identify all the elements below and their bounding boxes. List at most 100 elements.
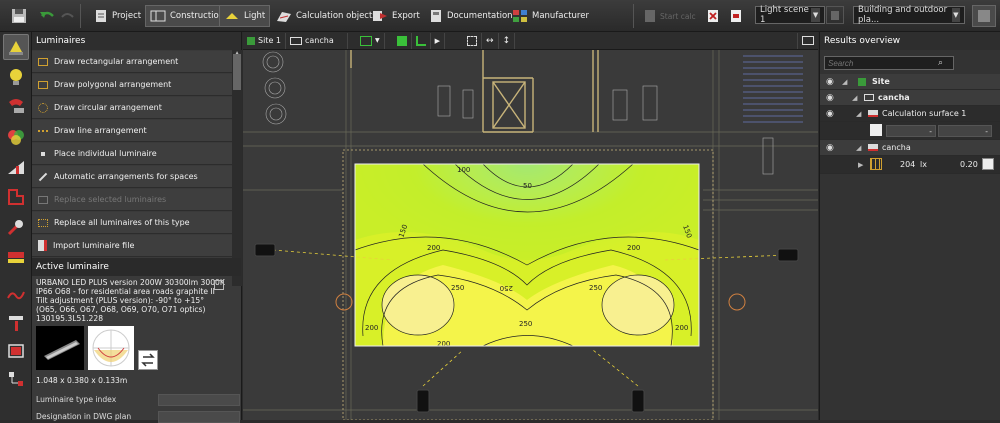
tools-button[interactable] (3, 214, 29, 240)
corner-mode-button[interactable] (412, 32, 431, 49)
tab-manufacturer[interactable]: Manufacturer (508, 5, 593, 27)
automatic-arrangements-item[interactable]: Automatic arrangements for spaces (32, 166, 232, 188)
place-individual-luminaire-item[interactable]: Place individual luminaire (32, 143, 232, 165)
eye-icon[interactable]: ◉ (826, 109, 834, 119)
tab-construction[interactable]: Construction (145, 5, 230, 27)
light-scene-settings-button[interactable] (826, 6, 844, 24)
tree-row-cancha[interactable]: ◉ ◢ cancha (820, 90, 1000, 106)
redo-icon (61, 13, 74, 18)
path-tool-button[interactable] (3, 282, 29, 308)
tab-project[interactable]: Project (90, 5, 145, 27)
search-icon[interactable]: ⌕ (938, 58, 943, 68)
next-button[interactable]: ▶ (431, 32, 446, 49)
chevron-right-icon[interactable]: ▶ (858, 161, 863, 169)
tree-row-cancha-surface[interactable]: ◉ ◢ cancha (820, 140, 1000, 156)
illuminance-value: 204 (900, 160, 916, 169)
tab-calculation-objects-label: Calculation objects (296, 11, 377, 21)
menu-item-label: Import luminaire file (53, 241, 135, 250)
display-settings-button[interactable] (797, 32, 818, 49)
light-scene-select[interactable]: Light scene 1 ▼ (755, 5, 825, 25)
tree-row-calc-values[interactable]: - - (820, 122, 1000, 140)
frame-tool-button[interactable] (3, 338, 29, 364)
selection-mode-button[interactable]: ▼ (356, 32, 385, 49)
manufacturer-icon (513, 10, 527, 22)
monitor-icon (802, 36, 814, 45)
eye-icon[interactable]: ◉ (826, 93, 834, 103)
luminaire-type-index-field[interactable] (158, 394, 240, 406)
structure-tool-button[interactable] (3, 366, 29, 392)
menu-item-label: Replace selected luminaires (54, 195, 167, 204)
tree-row-calculation-surface[interactable]: ◉ ◢ Calculation surface 1 (820, 106, 1000, 122)
bulb-icon (10, 69, 22, 85)
view-toggle-button[interactable] (972, 5, 996, 27)
isoline-label: 250 (519, 320, 532, 328)
eye-icon[interactable]: ◉ (826, 77, 834, 87)
draw-line-arrangement-item[interactable]: Draw line arrangement (32, 120, 232, 142)
tab-construction-label: Construction (170, 11, 225, 21)
expand-icon[interactable]: ◢ (842, 78, 847, 86)
line-arrangement-icon (38, 129, 48, 132)
zoom-extents-button[interactable] (463, 32, 483, 49)
tab-cancha[interactable]: cancha (286, 32, 348, 49)
expand-icon[interactable]: ◢ (856, 144, 861, 152)
stop-icon (708, 10, 718, 22)
menu-item-label: Draw polygonal arrangement (54, 80, 172, 89)
menu-item-label: Draw rectangular arrangement (54, 57, 179, 66)
draw-polygonal-arrangement-item[interactable]: Draw polygonal arrangement (32, 74, 232, 96)
tree-row-site[interactable]: ◉ ◢ Site (820, 74, 1000, 90)
scene-icon (831, 10, 839, 20)
plan-canvas[interactable]: Site 1 cancha ▼ ▶ ↔ ↕ 50 100 150 150 200… (243, 32, 818, 420)
isoline-label: 200 (627, 244, 640, 252)
furniture-tool-button[interactable] (3, 244, 29, 270)
replace-selected-luminaires-item[interactable]: Replace selected luminaires (32, 189, 232, 211)
tab-documentation[interactable]: Documentation (425, 5, 517, 27)
scroll-thumb[interactable] (233, 54, 241, 90)
tab-light[interactable]: Light (219, 5, 271, 27)
frame-icon (8, 344, 24, 358)
chart-icon[interactable] (982, 158, 994, 170)
tree-row-illuminance[interactable]: ▶ 204 lx 0.20 (820, 156, 1000, 174)
view-mode-select[interactable]: Building and outdoor pla... ▼ (853, 5, 965, 25)
fill-mode-button[interactable] (393, 32, 412, 49)
delete-results-button[interactable] (726, 5, 746, 27)
menu-item-label: Replace all luminaires of this type (54, 218, 190, 227)
luminaire-dimensions: 1.048 x 0.380 x 0.133m (36, 376, 128, 385)
results-search-input[interactable] (824, 56, 954, 70)
isoline-label: 50 (523, 182, 532, 190)
start-calculation-button[interactable]: Start calc (640, 5, 700, 27)
tab-calculation-objects[interactable]: Calculation objects (272, 5, 381, 27)
rectangular-arrangement-icon (38, 57, 48, 66)
grid-icon (870, 158, 882, 170)
designation-dwg-field[interactable] (158, 411, 240, 423)
stop-calculation-button[interactable] (703, 5, 723, 27)
luminaire-article-number: 130195.3L51.228 (36, 314, 104, 323)
luminaires-tool-button[interactable] (3, 34, 29, 60)
expand-icon[interactable]: ◢ (852, 94, 857, 102)
eye-icon[interactable]: ◉ (826, 143, 834, 153)
vertical-measure-button[interactable]: ↕ (499, 32, 516, 49)
room-tool-button[interactable] (3, 184, 29, 210)
tab-export[interactable]: Export (368, 5, 424, 27)
tab-site[interactable]: Site 1 (243, 32, 286, 49)
tree-cancha-label: cancha (878, 93, 910, 102)
light-bulb-tool-button[interactable] (3, 64, 29, 90)
luminaire-properties-icon[interactable] (214, 280, 224, 290)
color-tool-button[interactable] (3, 124, 29, 150)
luminaires-scrollbar[interactable]: ▲ (232, 50, 242, 286)
change-luminaire-button[interactable] (138, 350, 158, 370)
profile-tool-button[interactable] (3, 154, 29, 180)
isoline-label: 250 (589, 284, 602, 292)
tab-project-label: Project (112, 11, 142, 21)
draw-rectangular-arrangement-item[interactable]: Draw rectangular arrangement (32, 51, 232, 73)
redo-button[interactable] (56, 5, 80, 27)
import-luminaire-file-item[interactable]: Import luminaire file (32, 235, 232, 257)
horizontal-measure-button[interactable]: ↔ (482, 32, 499, 49)
horizontal-measure-icon: ↔ (486, 35, 494, 46)
draw-circular-arrangement-item[interactable]: Draw circular arrangement (32, 97, 232, 119)
magnet-tool-button[interactable] (3, 94, 29, 120)
replace-all-luminaires-item[interactable]: Replace all luminaires of this type (32, 212, 232, 234)
save-button[interactable] (6, 5, 32, 27)
expand-icon[interactable]: ◢ (856, 110, 861, 118)
area-icon (290, 36, 302, 45)
align-tool-button[interactable] (3, 310, 29, 336)
